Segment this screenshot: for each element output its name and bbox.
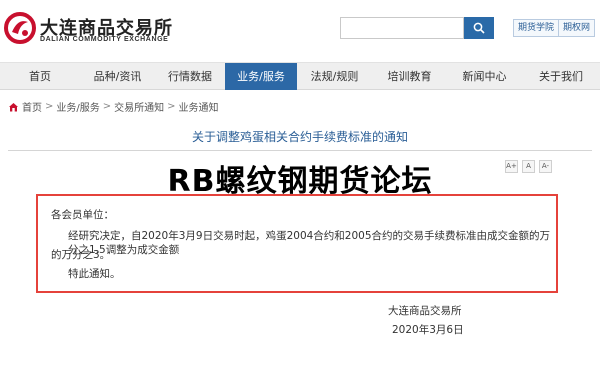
breadcrumb-business[interactable]: 业务/服务 [56,99,99,114]
body-text-line-2: 的万分之3。 [51,249,111,261]
logo-subtitle: DALIAN COMMODITY EXCHANGE [40,36,169,43]
signature-date: 2020年3月6日 [392,324,464,336]
futures-academy-link[interactable]: 期货学院 [513,19,560,37]
nav-item-training[interactable]: 培训教育 [372,63,447,90]
closing-text: 特此通知。 [68,268,121,280]
article-title: 关于调整鸡蛋相关合约手续费标准的通知 [191,130,408,144]
breadcrumb-separator: > [45,101,54,112]
notice-content-box: 各会员单位： 经研究决定，自2020年3月9日交易时起，鸡蛋2004合约和200… [36,194,558,293]
breadcrumb-business-notices[interactable]: 业务通知 [179,99,219,114]
nav-item-rules[interactable]: 法规/规则 [297,63,372,90]
nav-item-market-data[interactable]: 行情数据 [155,63,225,90]
home-icon [9,102,18,111]
nav-item-business[interactable]: 业务/服务 [225,63,297,90]
breadcrumb-separator: > [167,101,176,112]
breadcrumb-home[interactable]: 首页 [22,99,42,114]
options-site-link[interactable]: 期权网 [558,19,596,37]
search-button[interactable] [464,17,494,39]
title-divider [8,150,592,151]
nav-item-news[interactable]: 新闻中心 [447,63,522,90]
nav-item-products[interactable]: 品种/资讯 [80,63,155,90]
breadcrumb-notices[interactable]: 交易所通知 [114,99,164,114]
breadcrumb: 首页 > 业务/服务 > 交易所通知 > 业务通知 [8,99,219,114]
nav-item-about[interactable]: 关于我们 [522,63,600,90]
site-header: 大连商品交易所 DALIAN COMMODITY EXCHANGE 期货学院 期… [0,0,600,62]
search-input[interactable] [340,17,464,39]
body-text-line-1: 经研究决定，自2020年3月9日交易时起，鸡蛋2004合约和2005合约的交易手… [68,230,551,256]
salutation: 各会员单位： [51,209,114,221]
breadcrumb-separator: > [102,101,112,112]
signature-organization: 大连商品交易所 [388,305,462,317]
main-nav: 首页 品种/资讯 行情数据 业务/服务 法规/规则 培训教育 新闻中心 关于我们 [0,62,600,90]
dce-logo-icon[interactable] [4,12,36,44]
nav-item-home[interactable]: 首页 [0,63,80,90]
search-icon [473,22,485,34]
